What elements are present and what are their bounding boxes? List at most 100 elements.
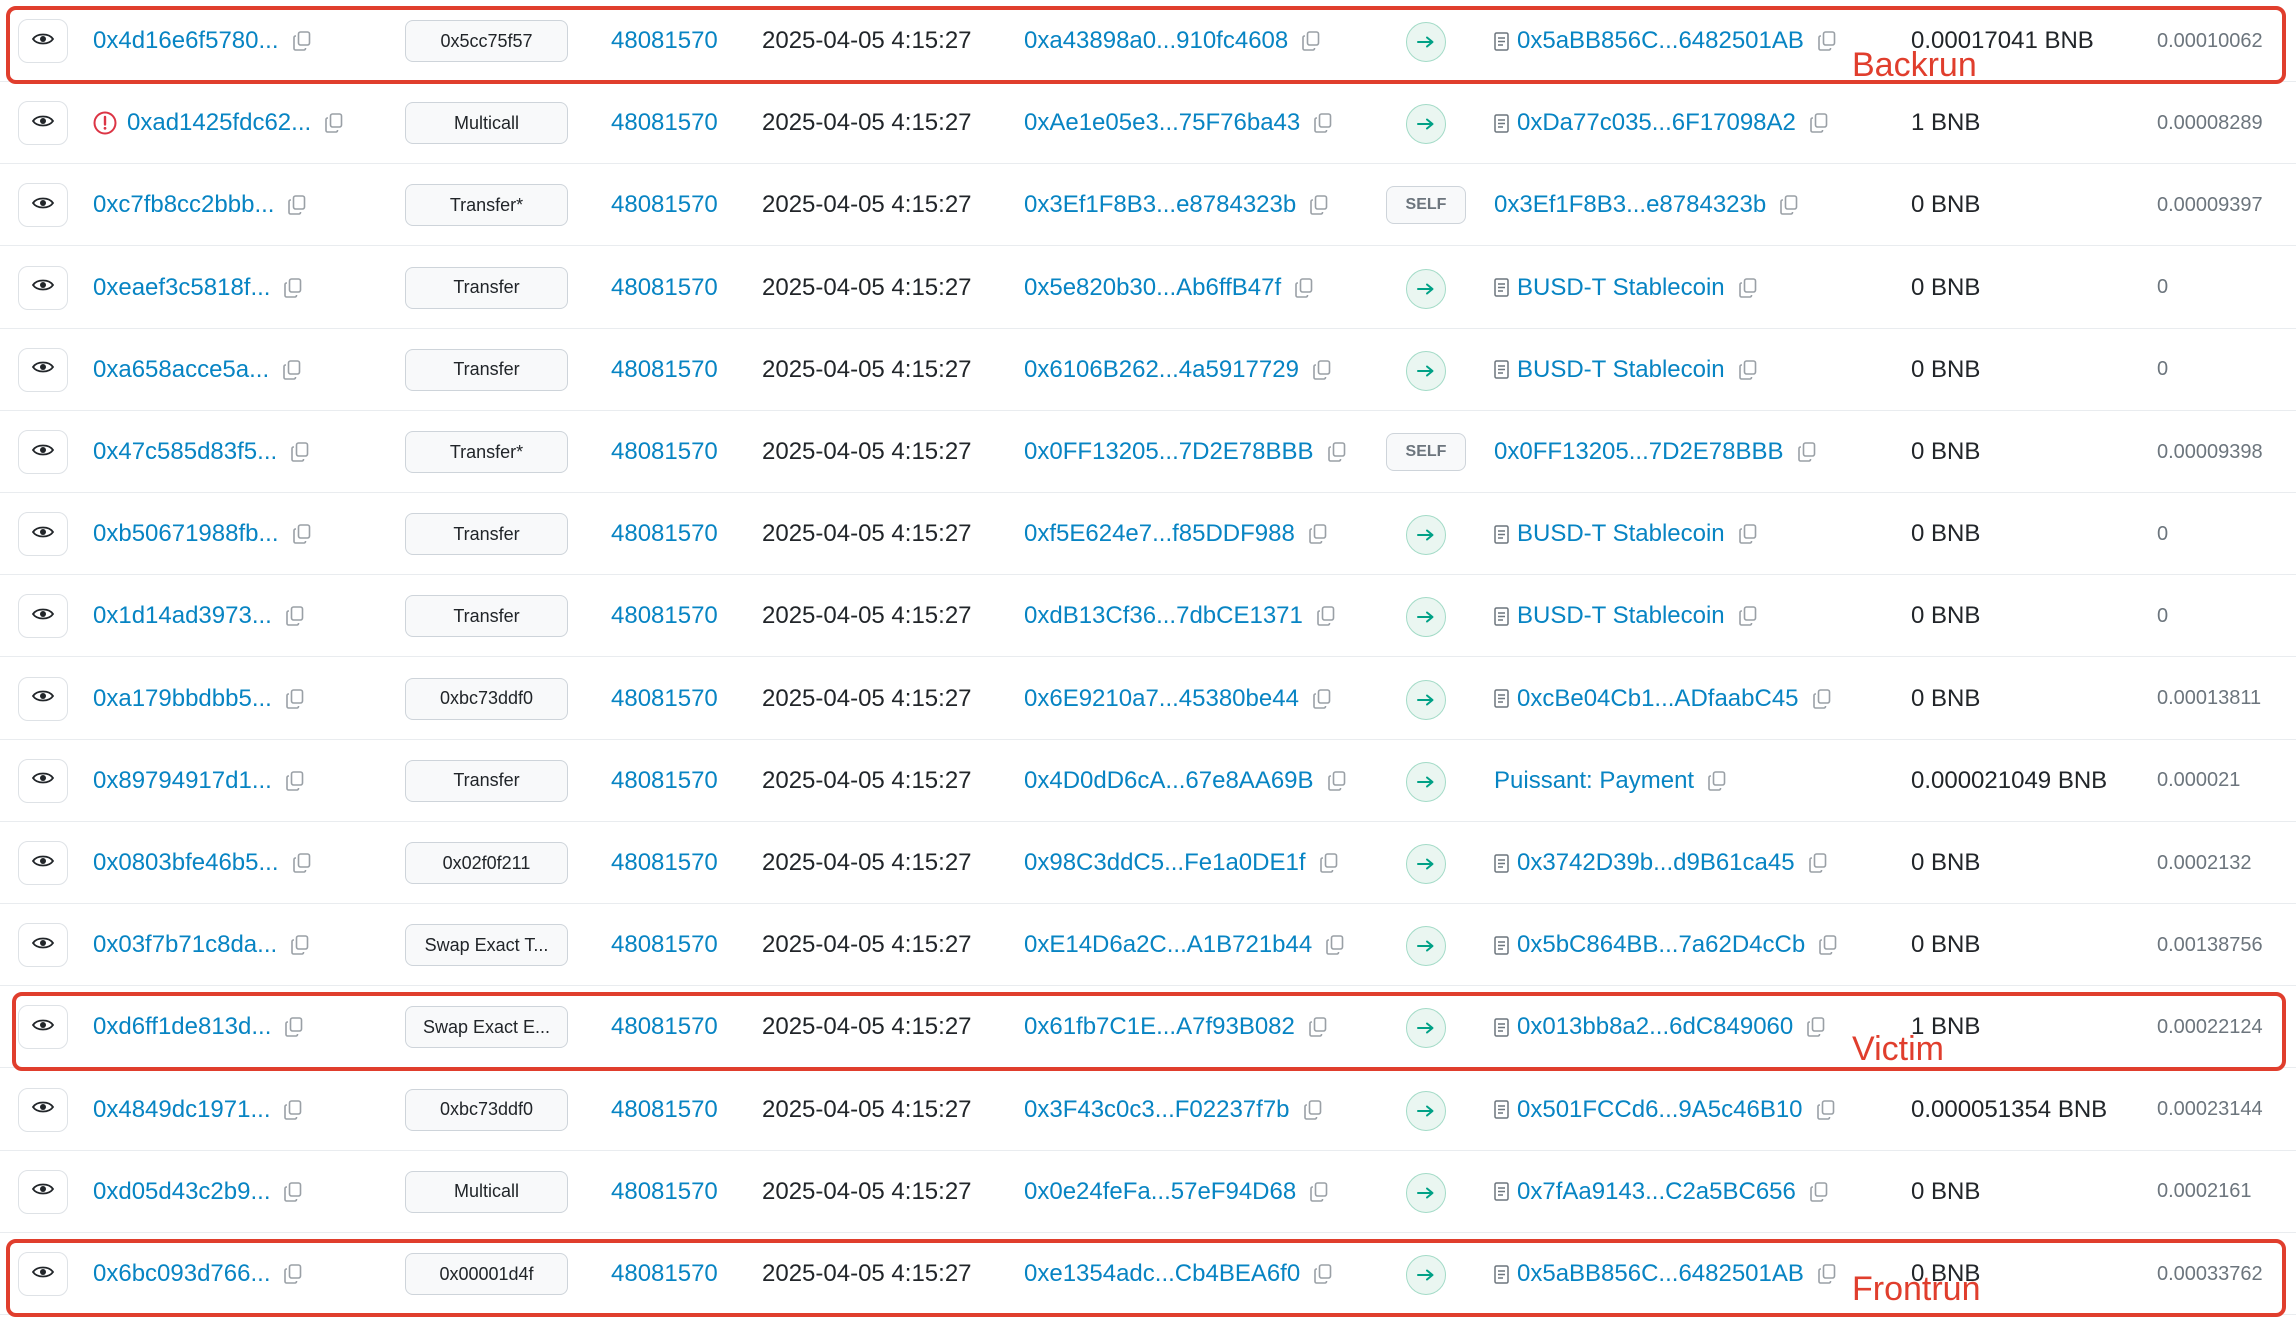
from-address-link[interactable]: 0xdB13Cf36...7dbCE1371	[1024, 602, 1303, 630]
txn-hash-link[interactable]: 0xd05d43c2b9...	[93, 1178, 270, 1206]
from-address-link[interactable]: 0x3F43c0c3...F02237f7b	[1024, 1096, 1290, 1124]
block-link[interactable]: 48081570	[611, 767, 718, 795]
to-address-link[interactable]: BUSD-T Stablecoin	[1517, 602, 1725, 630]
txn-hash-link[interactable]: 0x4d16e6f5780...	[93, 27, 279, 55]
copy-icon[interactable]	[283, 359, 301, 380]
txn-hash-link[interactable]: 0x4849dc1971...	[93, 1096, 270, 1124]
copy-icon[interactable]	[1310, 1181, 1328, 1202]
copy-icon[interactable]	[1738, 277, 1757, 298]
txn-hash-link[interactable]: 0xeaef3c5818f...	[93, 274, 270, 302]
block-link[interactable]: 48081570	[611, 1178, 718, 1206]
copy-icon[interactable]	[1807, 1017, 1825, 1038]
copy-icon[interactable]	[1808, 853, 1827, 873]
txn-hash-link[interactable]: 0x89794917d1...	[93, 767, 272, 795]
copy-icon[interactable]	[1780, 195, 1798, 216]
block-link[interactable]: 48081570	[611, 602, 718, 630]
block-link[interactable]: 48081570	[611, 685, 718, 713]
copy-icon[interactable]	[1295, 277, 1313, 298]
copy-icon[interactable]	[1309, 1017, 1327, 1038]
copy-icon[interactable]	[1816, 1099, 1835, 1120]
to-address-link[interactable]: BUSD-T Stablecoin	[1517, 274, 1725, 302]
copy-icon[interactable]	[1797, 442, 1816, 462]
block-link[interactable]: 48081570	[611, 1013, 718, 1041]
from-address-link[interactable]: 0xAe1e05e3...75F76ba43	[1024, 109, 1300, 137]
copy-icon[interactable]	[1314, 113, 1332, 133]
copy-icon[interactable]	[284, 1264, 302, 1284]
txn-hash-link[interactable]: 0xd6ff1de813d...	[93, 1013, 271, 1041]
copy-icon[interactable]	[1327, 770, 1346, 791]
block-link[interactable]: 48081570	[611, 274, 718, 302]
to-address-link[interactable]: 0x3742D39b...d9B61ca45	[1517, 849, 1795, 877]
copy-icon[interactable]	[1326, 935, 1344, 955]
copy-icon[interactable]	[1303, 1099, 1322, 1120]
copy-icon[interactable]	[292, 853, 311, 873]
copy-icon[interactable]	[1313, 688, 1331, 709]
view-details-button[interactable]	[18, 265, 68, 310]
from-address-link[interactable]: 0x6106B262...4a5917729	[1024, 356, 1299, 384]
copy-icon[interactable]	[291, 935, 309, 955]
copy-icon[interactable]	[1738, 524, 1757, 544]
copy-icon[interactable]	[1812, 688, 1831, 709]
copy-icon[interactable]	[1810, 113, 1828, 133]
txn-hash-link[interactable]: 0xad1425fdc62...	[127, 109, 311, 137]
view-details-button[interactable]	[18, 183, 68, 228]
from-address-link[interactable]: 0x4D0dD6cA...67e8AA69B	[1024, 767, 1314, 795]
view-details-button[interactable]	[18, 101, 68, 146]
copy-icon[interactable]	[1319, 853, 1338, 873]
block-link[interactable]: 48081570	[611, 1260, 718, 1288]
view-details-button[interactable]	[18, 841, 68, 885]
copy-icon[interactable]	[1810, 1181, 1828, 1202]
from-address-link[interactable]: 0x0FF13205...7D2E78BBB	[1024, 438, 1314, 466]
from-address-link[interactable]: 0x61fb7C1E...A7f93B082	[1024, 1013, 1295, 1041]
from-address-link[interactable]: 0xf5E624e7...f85DDF988	[1024, 520, 1295, 548]
view-details-button[interactable]	[18, 594, 68, 639]
copy-icon[interactable]	[291, 442, 309, 462]
view-details-button[interactable]	[18, 19, 68, 63]
copy-icon[interactable]	[1309, 524, 1327, 544]
to-address-link[interactable]: BUSD-T Stablecoin	[1517, 520, 1725, 548]
copy-icon[interactable]	[284, 1181, 302, 1202]
to-address-link[interactable]: 0x501FCCd6...9A5c46B10	[1517, 1096, 1803, 1124]
from-address-link[interactable]: 0xa43898a0...910fc4608	[1024, 27, 1288, 55]
to-address-link[interactable]: 0xDa77c035...6F17098A2	[1517, 109, 1796, 137]
txn-hash-link[interactable]: 0x03f7b71c8da...	[93, 931, 277, 959]
copy-icon[interactable]	[1738, 359, 1757, 380]
to-address-link[interactable]: 0x7fAa9143...C2a5BC656	[1517, 1178, 1796, 1206]
copy-icon[interactable]	[1327, 442, 1346, 462]
from-address-link[interactable]: 0xE14D6a2C...A1B721b44	[1024, 931, 1312, 959]
copy-icon[interactable]	[1314, 1264, 1332, 1284]
block-link[interactable]: 48081570	[611, 27, 718, 55]
copy-icon[interactable]	[1819, 935, 1837, 955]
txn-hash-link[interactable]: 0x47c585d83f5...	[93, 438, 277, 466]
to-address-link[interactable]: 0x5aBB856C...6482501AB	[1517, 27, 1804, 55]
block-link[interactable]: 48081570	[611, 191, 718, 219]
copy-icon[interactable]	[292, 31, 311, 51]
to-address-link[interactable]: 0xcBe04Cb1...ADfaabC45	[1517, 685, 1799, 713]
copy-icon[interactable]	[288, 195, 306, 216]
block-link[interactable]: 48081570	[611, 520, 718, 548]
from-address-link[interactable]: 0xe1354adc...Cb4BEA6f0	[1024, 1260, 1300, 1288]
from-address-link[interactable]: 0x5e820b30...Ab6ffB47f	[1024, 274, 1281, 302]
block-link[interactable]: 48081570	[611, 849, 718, 877]
copy-icon[interactable]	[1302, 31, 1320, 51]
view-details-button[interactable]	[18, 758, 68, 803]
view-details-button[interactable]	[18, 1169, 68, 1214]
copy-icon[interactable]	[284, 1099, 302, 1120]
txn-hash-link[interactable]: 0x1d14ad3973...	[93, 602, 272, 630]
view-details-button[interactable]	[18, 923, 68, 968]
view-details-button[interactable]	[18, 1005, 68, 1050]
copy-icon[interactable]	[1310, 195, 1328, 216]
copy-icon[interactable]	[325, 113, 343, 133]
txn-hash-link[interactable]: 0x6bc093d766...	[93, 1260, 270, 1288]
block-link[interactable]: 48081570	[611, 1096, 718, 1124]
view-details-button[interactable]	[18, 1252, 68, 1296]
copy-icon[interactable]	[286, 606, 304, 627]
txn-hash-link[interactable]: 0xb50671988fb...	[93, 520, 279, 548]
to-address-link[interactable]: 0x5bC864BB...7a62D4cCb	[1517, 931, 1805, 959]
to-address-link[interactable]: 0x3Ef1F8B3...e8784323b	[1494, 191, 1766, 219]
from-address-link[interactable]: 0x0e24feFa...57eF94D68	[1024, 1178, 1296, 1206]
copy-icon[interactable]	[1317, 606, 1335, 627]
copy-icon[interactable]	[1708, 770, 1726, 791]
txn-hash-link[interactable]: 0xa179bbdbb5...	[93, 685, 272, 713]
copy-icon[interactable]	[1313, 359, 1331, 380]
